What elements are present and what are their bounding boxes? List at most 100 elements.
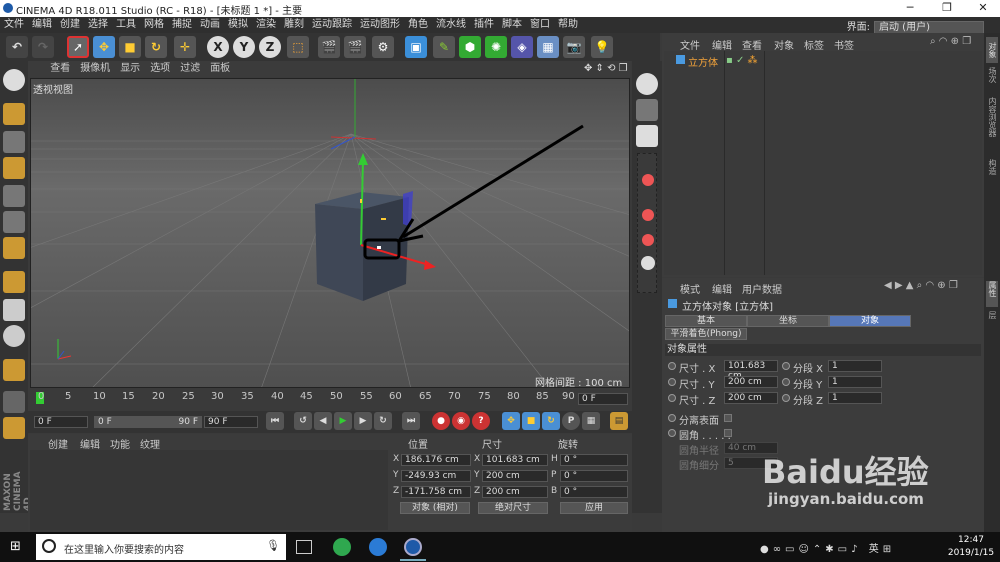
menu-edit[interactable]: 编辑 [28, 17, 56, 33]
record-key-icon[interactable] [642, 174, 654, 186]
camera-icon[interactable]: 📷 [563, 36, 585, 58]
keyframe-selection-icon[interactable] [642, 234, 654, 246]
menu-snap[interactable]: 捕捉 [168, 17, 196, 33]
magnet-icon[interactable] [3, 359, 25, 381]
tweak-mode-icon[interactable] [3, 299, 25, 321]
object-flags[interactable]: ▪ ✓ ⁂ [726, 55, 766, 66]
timeline-window-icon[interactable]: ▤ [610, 412, 628, 430]
render-picture-viewer-icon[interactable]: 🎬 [344, 36, 366, 58]
menu-animate[interactable]: 动画 [196, 17, 224, 33]
undo-icon[interactable]: ↶ [6, 36, 28, 58]
play-icon[interactable]: ▶ [334, 412, 352, 430]
microphone-icon[interactable]: 🎙 [266, 539, 280, 552]
side-tab-objects[interactable]: 对象 [986, 37, 998, 63]
move-tool-icon[interactable]: ✥ [93, 36, 115, 58]
viewport-menu-panel[interactable]: 面板 [205, 61, 235, 77]
objmgr-menu-bookmarks[interactable]: 书签 [834, 37, 854, 52]
cinema4d-taskbar-icon[interactable] [404, 538, 422, 556]
key-help-icon[interactable]: ? [472, 412, 490, 430]
seg-y-input[interactable]: 1 [828, 376, 882, 388]
light-icon[interactable]: 💡 [591, 36, 613, 58]
render-settings-icon[interactable]: ⚙ [372, 36, 394, 58]
viewport-menu-display[interactable]: 显示 [115, 61, 145, 77]
make-editable-icon[interactable] [3, 69, 25, 91]
range-end-field[interactable]: 90 F [144, 416, 202, 428]
side-tab-attributes[interactable]: 属性 [986, 281, 998, 307]
size-x-input[interactable]: 101.683 cm [724, 360, 778, 381]
objmgr-menu-tags[interactable]: 标签 [804, 37, 824, 52]
objmgr-menu-view[interactable]: 查看 [742, 37, 762, 52]
menu-script[interactable]: 脚本 [498, 17, 526, 33]
size-mode-dropdown[interactable]: 绝对尺寸 [478, 502, 548, 514]
prev-key-icon[interactable]: ↺ [294, 412, 312, 430]
menu-character[interactable]: 角色 [404, 17, 432, 33]
menu-plugins[interactable]: 插件 [470, 17, 498, 33]
tab-phong[interactable]: 平滑着色(Phong) [665, 328, 747, 340]
key-scale-icon[interactable]: ■ [522, 412, 540, 430]
object-name[interactable]: 立方体 [688, 54, 718, 69]
taskbar-search-box[interactable]: 在这里输入你要搜索的内容 🎙 [36, 534, 286, 560]
seg-y-anim-radio[interactable] [782, 378, 790, 386]
coordinate-system-icon[interactable]: ⬚ [287, 36, 309, 58]
key-position-icon[interactable]: ✥ [502, 412, 520, 430]
menu-help[interactable]: 帮助 [554, 17, 582, 33]
seg-z-anim-radio[interactable] [782, 394, 790, 402]
tab-basic[interactable]: 基本 [665, 315, 747, 327]
viewport-menu-filter[interactable]: 过滤 [175, 61, 205, 77]
objmgr-menu-object[interactable]: 对象 [774, 37, 794, 52]
coordinate-mode-dropdown[interactable]: 对象 (相对) [400, 502, 470, 514]
cloner-icon[interactable]: ✺ [485, 36, 507, 58]
rotate-tool-icon[interactable]: ↻ [145, 36, 167, 58]
key-rotation-icon[interactable]: ↻ [542, 412, 560, 430]
material-menu-texture[interactable]: 纹理 [140, 436, 160, 451]
next-key-icon[interactable]: ↻ [374, 412, 392, 430]
objmgr-header-icons[interactable]: ⌕ ◠ ⊕ ❐ [930, 36, 971, 47]
viewport-nav-icons[interactable]: ✥ ⇕ ⟲ ❐ [584, 63, 628, 74]
fillet-anim-radio[interactable] [668, 429, 676, 437]
side-tab-content-browser[interactable]: 内容浏览器 [986, 97, 998, 155]
material-menu-create[interactable]: 创建 [48, 436, 68, 451]
menu-motion-tracking[interactable]: 运动跟踪 [308, 17, 356, 33]
objmgr-menu-edit[interactable]: 编辑 [712, 37, 732, 52]
separate-surfaces-anim-radio[interactable] [668, 414, 676, 422]
maximize-button[interactable]: ❐ [932, 0, 962, 17]
render-view-icon[interactable]: 🎬 [318, 36, 340, 58]
size-x-field[interactable]: 101.683 cm [482, 454, 548, 466]
menu-simulate[interactable]: 模拟 [224, 17, 252, 33]
prev-frame-icon[interactable]: ◀ [314, 412, 332, 430]
seg-z-input[interactable]: 1 [828, 392, 882, 404]
material-menu-edit[interactable]: 编辑 [80, 436, 100, 451]
viewport-menu-view[interactable]: 查看 [45, 61, 75, 77]
workplane-mode-icon[interactable] [3, 157, 25, 179]
start-frame-field[interactable]: 0 F [34, 416, 88, 428]
seg-x-anim-radio[interactable] [782, 362, 790, 370]
apply-button[interactable]: 应用 [560, 502, 628, 514]
objmgr-menu-file[interactable]: 文件 [680, 37, 700, 52]
material-list-area[interactable] [30, 450, 388, 530]
side-tab-takes[interactable]: 场次 [986, 67, 998, 93]
attr-nav-icons[interactable]: ◀ ▶ ▲ ⌕ ◠ ⊕ ❐ [884, 280, 958, 291]
tab-coordinates[interactable]: 坐标 [747, 315, 829, 327]
position-y-field[interactable]: -249.93 cm [401, 470, 471, 482]
clock-time[interactable]: 12:47 [946, 535, 996, 547]
auto-key-icon[interactable] [642, 209, 654, 221]
key-parameter-icon[interactable]: P [562, 412, 580, 430]
axis-mode-icon[interactable] [3, 271, 25, 293]
brush-icon[interactable] [636, 125, 658, 147]
recent-tool-icon[interactable]: ✛ [174, 36, 196, 58]
perspective-viewport[interactable] [30, 78, 630, 388]
lock-workplane-icon[interactable] [3, 391, 25, 413]
position-x-field[interactable]: 186.176 cm [401, 454, 471, 466]
end-frame-field[interactable]: 90 F [204, 416, 258, 428]
app-360-icon[interactable] [333, 538, 351, 556]
redo-icon[interactable]: ↷ [32, 36, 54, 58]
position-z-field[interactable]: -171.758 cm [401, 486, 471, 498]
key-pla-icon[interactable]: ▦ [582, 412, 600, 430]
attr-menu-mode[interactable]: 模式 [680, 281, 700, 296]
object-row-cube[interactable]: 立方体 [666, 53, 724, 69]
rotation-b-field[interactable]: 0 ° [560, 486, 628, 498]
size-z-field[interactable]: 200 cm [482, 486, 548, 498]
menu-tools[interactable]: 工具 [112, 17, 140, 33]
timeline-ruler[interactable]: 0 5 10 15 20 25 30 35 40 45 50 55 60 65 … [28, 389, 632, 411]
menu-pipeline[interactable]: 流水线 [432, 17, 470, 33]
